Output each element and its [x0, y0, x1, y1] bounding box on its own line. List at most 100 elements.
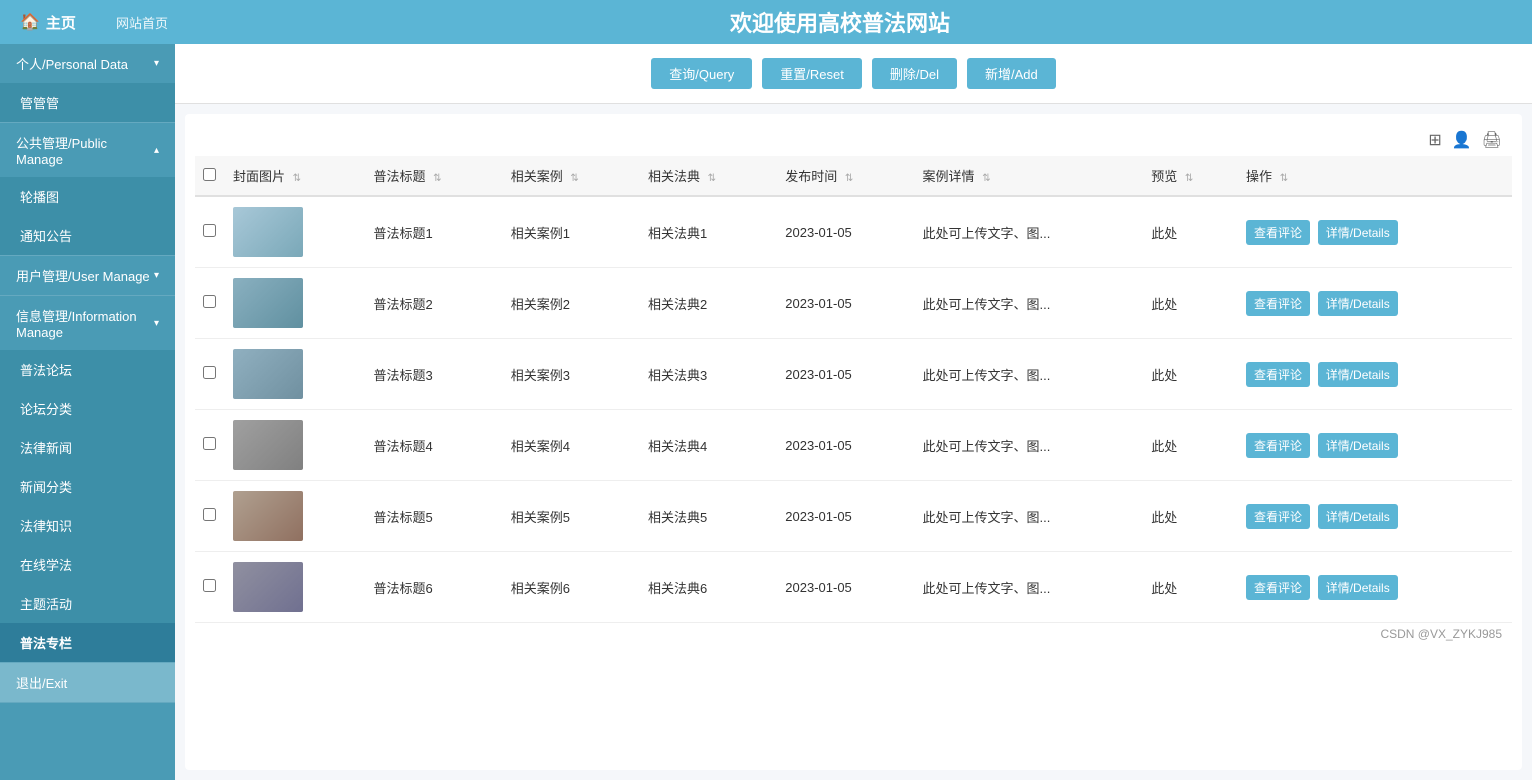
cell-cover-3 — [225, 339, 365, 410]
row-checkbox-5[interactable] — [203, 508, 216, 521]
row-checkbox-1[interactable] — [203, 224, 216, 237]
cell-case-3: 相关案例3 — [503, 339, 640, 410]
table-icons-row: ⊞ 👤 🖨 — [195, 124, 1512, 156]
cell-title-1: 普法标题1 — [365, 196, 502, 268]
cell-preview-4: 此处 — [1143, 410, 1238, 481]
cell-title-2: 普法标题2 — [365, 268, 502, 339]
cell-preview-6: 此处 — [1143, 552, 1238, 623]
cell-action-4: 查看评论 详情/Details — [1238, 410, 1512, 481]
home-icon: 🏠 — [20, 12, 40, 32]
table-wrapper: ⊞ 👤 🖨 封面图片 ⇅ 普法标题 ⇅ 相关案例 ⇅ 相关法典 ⇅ 发布时间 ⇅… — [185, 114, 1522, 770]
sidebar-item-user-manage[interactable]: 用户管理/User Manage ▾ — [0, 256, 175, 295]
cell-law-5: 相关法典5 — [640, 481, 777, 552]
cell-time-1: 2023-01-05 — [777, 196, 914, 268]
detail-button-4[interactable]: 详情/Details — [1318, 433, 1398, 458]
col-preview: 预览 ⇅ — [1143, 156, 1238, 196]
cell-cover-1 — [225, 196, 365, 268]
del-button[interactable]: 删除/Del — [872, 58, 957, 89]
cell-law-2: 相关法典2 — [640, 268, 777, 339]
cell-case-1: 相关案例1 — [503, 196, 640, 268]
view-comment-button-3[interactable]: 查看评论 — [1246, 362, 1310, 387]
detail-button-6[interactable]: 详情/Details — [1318, 575, 1398, 600]
cell-title-3: 普法标题3 — [365, 339, 502, 410]
view-comment-button-1[interactable]: 查看评论 — [1246, 220, 1310, 245]
sidebar-item-forum-category[interactable]: 论坛分类 — [0, 389, 175, 428]
cell-preview-1: 此处 — [1143, 196, 1238, 268]
sidebar: 个人/Personal Data ▾ 管管管 公共管理/Public Manag… — [0, 44, 175, 780]
sidebar-item-public-manage[interactable]: 公共管理/Public Manage ▴ — [0, 123, 175, 177]
cell-preview-3: 此处 — [1143, 339, 1238, 410]
row-checkbox-3[interactable] — [203, 366, 216, 379]
table-row: 普法标题6 相关案例6 相关法典6 2023-01-05 此处可上传文字、图..… — [195, 552, 1512, 623]
cell-preview-5: 此处 — [1143, 481, 1238, 552]
cell-cover-4 — [225, 410, 365, 481]
sidebar-item-personal[interactable]: 个人/Personal Data ▾ — [0, 44, 175, 83]
row-checkbox-2[interactable] — [203, 295, 216, 308]
detail-button-2[interactable]: 详情/Details — [1318, 291, 1398, 316]
table-settings-icon[interactable]: ⊞ — [1428, 130, 1441, 150]
detail-button-1[interactable]: 详情/Details — [1318, 220, 1398, 245]
sidebar-item-online-study[interactable]: 在线学法 — [0, 545, 175, 584]
view-comment-button-2[interactable]: 查看评论 — [1246, 291, 1310, 316]
row-checkbox-4[interactable] — [203, 437, 216, 450]
home-label[interactable]: 主页 — [46, 12, 76, 33]
add-button[interactable]: 新增/Add — [967, 58, 1056, 89]
view-comment-button-5[interactable]: 查看评论 — [1246, 504, 1310, 529]
chevron-up-icon: ▴ — [154, 145, 159, 156]
reset-button[interactable]: 重置/Reset — [762, 58, 862, 89]
cell-time-4: 2023-01-05 — [777, 410, 914, 481]
cell-title-6: 普法标题6 — [365, 552, 502, 623]
cell-law-1: 相关法典1 — [640, 196, 777, 268]
sidebar-item-law-column[interactable]: 普法专栏 — [0, 623, 175, 662]
watermark: CSDN @VX_ZYKJ985 — [195, 623, 1512, 645]
chevron-down-icon: ▾ — [154, 58, 159, 69]
print-icon[interactable]: 🖨 — [1482, 130, 1502, 150]
sidebar-item-theme-activity[interactable]: 主题活动 — [0, 584, 175, 623]
sidebar-item-law-news[interactable]: 法律新闻 — [0, 428, 175, 467]
cell-title-4: 普法标题4 — [365, 410, 502, 481]
detail-button-5[interactable]: 详情/Details — [1318, 504, 1398, 529]
cell-detail-6: 此处可上传文字、图... — [915, 552, 1144, 623]
cell-title-5: 普法标题5 — [365, 481, 502, 552]
page-title: 欢迎使用高校普法网站 — [168, 6, 1512, 38]
col-title: 普法标题 ⇅ — [365, 156, 502, 196]
sidebar-item-law-knowledge[interactable]: 法律知识 — [0, 506, 175, 545]
table-row: 普法标题1 相关案例1 相关法典1 2023-01-05 此处可上传文字、图..… — [195, 196, 1512, 268]
cell-action-2: 查看评论 详情/Details — [1238, 268, 1512, 339]
col-action: 操作 ⇅ — [1238, 156, 1512, 196]
cell-action-5: 查看评论 详情/Details — [1238, 481, 1512, 552]
sidebar-item-exit[interactable]: 退出/Exit — [0, 663, 175, 702]
sidebar-item-law-forum[interactable]: 普法论坛 — [0, 350, 175, 389]
cell-law-6: 相关法典6 — [640, 552, 777, 623]
cell-action-6: 查看评论 详情/Details — [1238, 552, 1512, 623]
view-comment-button-4[interactable]: 查看评论 — [1246, 433, 1310, 458]
cell-case-4: 相关案例4 — [503, 410, 640, 481]
table-row: 普法标题4 相关案例4 相关法典4 2023-01-05 此处可上传文字、图..… — [195, 410, 1512, 481]
cell-time-3: 2023-01-05 — [777, 339, 914, 410]
chevron-down-icon3: ▾ — [154, 318, 159, 329]
cell-law-3: 相关法典3 — [640, 339, 777, 410]
sidebar-item-info-manage[interactable]: 信息管理/Information Manage ▾ — [0, 296, 175, 350]
query-button[interactable]: 查询/Query — [651, 58, 752, 89]
data-table: 封面图片 ⇅ 普法标题 ⇅ 相关案例 ⇅ 相关法典 ⇅ 发布时间 ⇅ 案例详情 … — [195, 156, 1512, 623]
col-case: 相关案例 ⇅ — [503, 156, 640, 196]
cell-detail-5: 此处可上传文字、图... — [915, 481, 1144, 552]
cell-time-2: 2023-01-05 — [777, 268, 914, 339]
user-icon[interactable]: 👤 — [1452, 130, 1472, 150]
cell-cover-6 — [225, 552, 365, 623]
col-cover: 封面图片 ⇅ — [225, 156, 365, 196]
cell-action-3: 查看评论 详情/Details — [1238, 339, 1512, 410]
view-comment-button-6[interactable]: 查看评论 — [1246, 575, 1310, 600]
detail-button-3[interactable]: 详情/Details — [1318, 362, 1398, 387]
sidebar-item-notice[interactable]: 通知公告 — [0, 216, 175, 255]
row-checkbox-6[interactable] — [203, 579, 216, 592]
table-row: 普法标题5 相关案例5 相关法典5 2023-01-05 此处可上传文字、图..… — [195, 481, 1512, 552]
sidebar-item-news-category[interactable]: 新闻分类 — [0, 467, 175, 506]
cell-preview-2: 此处 — [1143, 268, 1238, 339]
cell-detail-2: 此处可上传文字、图... — [915, 268, 1144, 339]
toolbar: 查询/Query 重置/Reset 删除/Del 新增/Add — [175, 44, 1532, 104]
select-all-checkbox[interactable] — [203, 168, 216, 181]
sidebar-username: 管管管 — [0, 83, 175, 122]
sidebar-item-carousel[interactable]: 轮播图 — [0, 177, 175, 216]
cell-case-2: 相关案例2 — [503, 268, 640, 339]
